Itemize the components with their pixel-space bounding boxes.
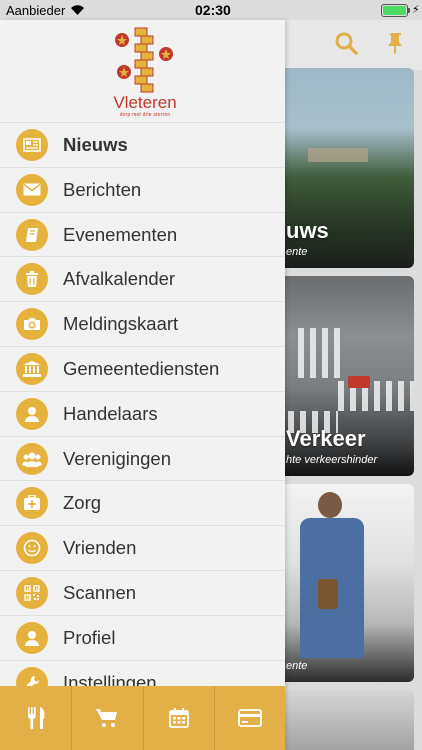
logo-mark-icon xyxy=(115,27,173,93)
menu-item-profiel[interactable]: Profiel xyxy=(0,614,285,660)
smiley-icon xyxy=(16,532,48,565)
menu-item-gemeentediensten[interactable]: Gemeentediensten xyxy=(0,345,285,391)
menu-item-meldingskaart[interactable]: Meldingskaart xyxy=(0,301,285,346)
menu-item-vrienden[interactable]: Vrienden xyxy=(0,525,285,570)
traffic-card[interactable]: Verkeer hte verkeershinder xyxy=(278,276,414,476)
tab-shop[interactable] xyxy=(71,686,142,750)
menu-item-berichten[interactable]: Berichten xyxy=(0,166,285,212)
building-icon xyxy=(16,352,48,385)
fork-knife-icon xyxy=(27,707,44,729)
status-bar: Aanbieder 02:30 ⚡ xyxy=(0,0,422,20)
menu-item-label: Afvalkalender xyxy=(63,268,176,290)
menu-item-nieuws[interactable]: Nieuws xyxy=(0,122,285,167)
logo-tagline: dorp met drie sterren xyxy=(119,112,171,118)
card-title: uws xyxy=(286,218,329,243)
group-icon xyxy=(16,442,48,475)
menu-item-scannen[interactable]: Scannen xyxy=(0,569,285,615)
menu-item-label: Nieuws xyxy=(63,134,128,155)
menu-item-label: Verenigingen xyxy=(63,447,172,469)
menu-item-label: Berichten xyxy=(63,178,142,200)
clock: 02:30 xyxy=(195,2,231,18)
navigation-drawer: Vleteren dorp met drie sterren Nieuws Be… xyxy=(0,20,285,750)
wifi-icon xyxy=(71,5,84,15)
menu-item-label: Vrienden xyxy=(63,537,137,559)
battery-icon xyxy=(381,4,408,17)
carrier-name: Aanbieder xyxy=(6,3,66,18)
drawer-menu: Nieuws Berichten Evenementen Afvalkalend… xyxy=(0,122,285,704)
menu-item-handelaars[interactable]: Handelaars xyxy=(0,390,285,436)
card-subtitle: hte verkeershinder xyxy=(286,454,378,466)
card-subtitle: ente xyxy=(286,660,308,672)
user-icon xyxy=(16,397,48,430)
menu-item-zorg[interactable]: Zorg xyxy=(0,480,285,525)
background-header xyxy=(285,20,422,70)
newspaper-icon xyxy=(16,129,48,161)
news-card[interactable]: uws ente xyxy=(278,68,414,268)
menu-item-verenigingen[interactable]: Verenigingen xyxy=(0,435,285,481)
people-card[interactable]: ente xyxy=(278,484,414,682)
camera-icon xyxy=(16,308,48,341)
menu-item-evenementen[interactable]: Evenementen xyxy=(0,211,285,257)
battery-tip xyxy=(408,8,410,13)
calendar-icon xyxy=(168,708,189,728)
envelope-icon xyxy=(16,173,48,206)
pin-icon[interactable] xyxy=(383,30,409,56)
menu-item-label: Gemeentediensten xyxy=(63,357,220,379)
card-subtitle: ente xyxy=(286,246,308,258)
menu-item-label: Handelaars xyxy=(63,402,158,424)
menu-item-label: Zorg xyxy=(63,492,102,514)
vleteren-logo[interactable]: Vleteren dorp met drie sterren xyxy=(104,24,186,124)
tab-restaurants[interactable] xyxy=(0,686,71,750)
menu-item-afvalkalender[interactable]: Afvalkalender xyxy=(0,256,285,301)
menu-item-label: Profiel xyxy=(63,626,116,648)
menu-item-label: Meldingskaart xyxy=(63,313,179,335)
logo-wordmark: Vleteren xyxy=(113,93,177,112)
cart-icon xyxy=(96,709,118,727)
search-icon[interactable] xyxy=(333,30,359,56)
bottom-card[interactable] xyxy=(278,690,414,750)
book-icon xyxy=(16,218,48,251)
user-icon xyxy=(16,621,48,654)
menu-item-label: Scannen xyxy=(63,581,137,603)
card-title: Verkeer xyxy=(286,426,366,451)
medkit-icon xyxy=(16,487,48,520)
trash-icon xyxy=(16,263,48,296)
qr-code-icon xyxy=(16,576,48,609)
menu-item-label: Evenementen xyxy=(63,223,178,245)
bottom-tab-bar xyxy=(0,686,285,750)
charging-icon: ⚡ xyxy=(412,4,420,16)
tab-calendar[interactable] xyxy=(142,686,214,750)
tab-payment[interactable] xyxy=(213,686,285,750)
credit-card-icon xyxy=(237,709,262,727)
